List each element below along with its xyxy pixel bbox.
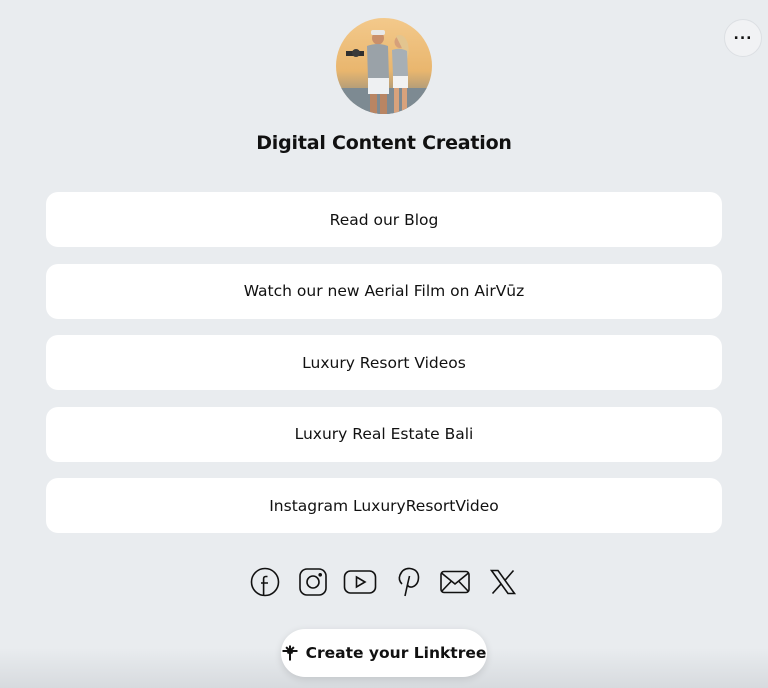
links-list: Read our Blog Watch our new Aerial Film … [46,192,722,550]
instagram-icon[interactable] [296,565,330,599]
avatar [336,18,432,114]
youtube-icon[interactable] [343,565,377,599]
link-label: Luxury Real Estate Bali [294,425,474,443]
link-button[interactable]: Luxury Real Estate Bali [46,406,722,462]
link-button[interactable]: Luxury Resort Videos [46,335,722,390]
page-title: Digital Content Creation [256,132,512,154]
link-label: Luxury Resort Videos [302,353,466,372]
more-options-button[interactable]: ... [724,19,762,57]
x-icon[interactable] [486,565,520,599]
email-icon[interactable] [438,565,472,599]
create-linktree-label: Create your Linktree [305,644,487,662]
create-linktree-button[interactable]: Create your Linktree [281,629,487,677]
link-label: Read our Blog [329,210,439,229]
link-label: Instagram LuxuryResortVideo [269,496,499,515]
social-icons [248,565,520,599]
facebook-icon[interactable] [248,565,282,599]
link-label: Watch our new Aerial Film on AirVūz [243,282,525,300]
link-button[interactable]: Read our Blog [46,192,722,247]
linktree-icon [282,645,298,661]
more-options-icon: ... [733,27,753,43]
link-button[interactable]: Watch our new Aerial Film on AirVūz [46,263,722,319]
pinterest-icon[interactable] [391,565,425,599]
link-button[interactable]: Instagram LuxuryResortVideo [46,478,722,533]
